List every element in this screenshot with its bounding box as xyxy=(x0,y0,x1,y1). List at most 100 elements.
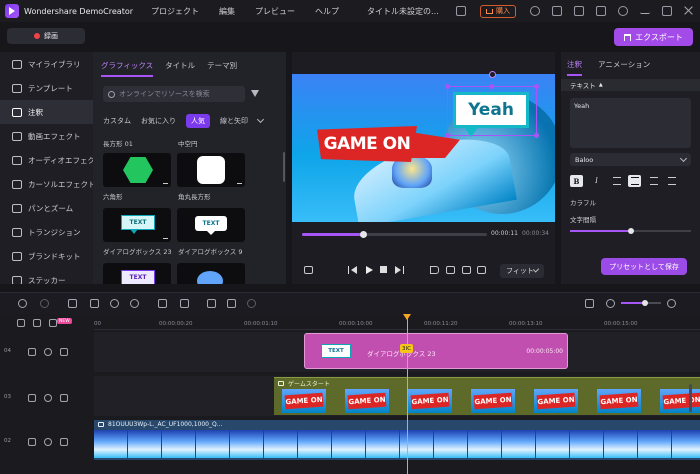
nav-item-stickers[interactable]: ステッカー xyxy=(0,268,93,284)
play-icon[interactable] xyxy=(365,266,374,274)
zoom-in-icon[interactable] xyxy=(667,299,676,308)
minimize-icon[interactable] xyxy=(640,8,650,14)
filter-icon[interactable] xyxy=(251,90,259,97)
settings-icon[interactable] xyxy=(247,299,256,308)
preview-canvas[interactable]: GAME ON Yeah xyxy=(292,74,555,222)
group-icon[interactable] xyxy=(207,299,216,308)
download-icon[interactable] xyxy=(163,179,168,184)
split-icon[interactable] xyxy=(90,299,99,308)
learn-icon[interactable] xyxy=(574,6,584,16)
text-section-header[interactable]: テキスト ▲ xyxy=(561,79,700,91)
nav-item-transitions[interactable]: トランジション xyxy=(0,220,93,244)
speaker-icon[interactable] xyxy=(60,394,68,402)
export-button[interactable]: エクスポート xyxy=(614,28,693,46)
nav-item-templates[interactable]: テンプレート xyxy=(0,76,93,100)
video-clip[interactable]: 81OUUU3Wp-L._AC_UF1000,1000_Q... xyxy=(94,420,700,460)
ungroup-icon[interactable] xyxy=(227,299,236,308)
tab-annotation[interactable]: 注釈 xyxy=(567,59,582,76)
gamestart-clip[interactable]: ゲームスタート GAME ON GAME ON GAME ON GAME ON GAME… xyxy=(274,377,700,415)
gameon-banner[interactable]: GAME ON xyxy=(317,126,417,162)
callout-clip[interactable]: TEXT ダイアログボックス 23 00:00:05:00 xyxy=(304,333,568,369)
next-frame-icon[interactable] xyxy=(395,266,404,274)
playhead[interactable] xyxy=(407,318,408,474)
resize-handle[interactable] xyxy=(489,84,494,89)
screen-icon[interactable] xyxy=(462,266,471,274)
save-preset-button[interactable]: プリセットとして保存 xyxy=(601,258,687,275)
time-ruler[interactable]: 00 00:00:00:20 00:00:01:10 00:00:10:00 0… xyxy=(94,314,700,330)
category-favorites[interactable]: お気に入り xyxy=(141,116,176,126)
graphic-hexagon[interactable] xyxy=(103,153,171,187)
tab-titles[interactable]: タイトル xyxy=(165,60,195,77)
zoom-out-icon[interactable] xyxy=(606,299,615,308)
eye-icon[interactable] xyxy=(44,394,52,402)
graphic-dialog-9[interactable]: TEXT xyxy=(177,208,245,242)
rotate-handle[interactable] xyxy=(489,71,496,78)
fit-timeline-icon[interactable] xyxy=(585,299,594,308)
playback-progress[interactable] xyxy=(302,231,487,238)
nav-item-my-library[interactable]: マイライブラリ xyxy=(0,52,93,76)
subtitle-icon[interactable] xyxy=(446,266,455,274)
spacing-slider[interactable] xyxy=(570,228,691,234)
menu-project[interactable]: プロジェクト xyxy=(151,6,199,17)
nav-item-video-effects[interactable]: 動画エフェクト xyxy=(0,124,93,148)
text-input[interactable]: Yeah xyxy=(570,98,691,148)
crop-icon[interactable] xyxy=(477,266,486,274)
graphic-dialog-next[interactable]: TEXT xyxy=(103,263,171,284)
resize-handle[interactable] xyxy=(445,133,450,138)
message-icon[interactable] xyxy=(552,6,562,16)
graphic-bubble[interactable] xyxy=(177,263,245,284)
resize-handle[interactable] xyxy=(445,84,450,89)
nav-item-cursor-effects[interactable]: カーソルエフェクト xyxy=(0,172,93,196)
bold-button[interactable]: B xyxy=(570,175,583,187)
snapshot-icon[interactable] xyxy=(304,266,313,274)
progress-knob[interactable] xyxy=(360,231,367,238)
speaker-icon[interactable] xyxy=(60,348,68,356)
ai-tool-icon[interactable] xyxy=(49,319,57,327)
graphic-rounded-rect[interactable] xyxy=(177,153,245,187)
category-lines-arrows[interactable]: 線と矢印 xyxy=(220,116,248,126)
upload-cloud-icon[interactable] xyxy=(618,6,628,16)
resize-handle[interactable] xyxy=(534,133,539,138)
crop-tool-icon[interactable] xyxy=(68,299,77,308)
justify-button[interactable] xyxy=(665,175,678,187)
volume-icon[interactable] xyxy=(430,266,439,274)
microphone-icon[interactable] xyxy=(130,299,139,308)
document-title[interactable]: タイトル未設定の... xyxy=(367,6,439,17)
resize-handle[interactable] xyxy=(534,84,539,89)
chevron-down-icon[interactable] xyxy=(256,115,265,124)
italic-button[interactable]: I xyxy=(590,175,603,187)
tab-graphics[interactable]: グラフィックス xyxy=(101,60,154,77)
maximize-icon[interactable] xyxy=(662,6,672,16)
nav-item-annotations[interactable]: 注釈 xyxy=(0,100,93,124)
text-tool-icon[interactable] xyxy=(180,299,189,308)
callout-text[interactable]: Yeah xyxy=(453,92,529,128)
record-button[interactable]: 録画 xyxy=(7,28,85,44)
align-right-button[interactable] xyxy=(647,175,660,187)
caption-icon[interactable] xyxy=(158,299,167,308)
menu-preview[interactable]: プレビュー xyxy=(255,6,295,17)
download-icon[interactable] xyxy=(163,234,168,239)
nav-item-pan-zoom[interactable]: パンとズーム xyxy=(0,196,93,220)
category-popular[interactable]: 人気 xyxy=(186,114,210,128)
align-left-button[interactable] xyxy=(610,175,623,187)
undo-icon[interactable] xyxy=(18,299,27,308)
category-custom[interactable]: カスタム xyxy=(103,116,131,126)
menu-help[interactable]: ヘルプ xyxy=(315,6,339,17)
lock-icon[interactable] xyxy=(28,394,36,402)
redo-icon[interactable] xyxy=(40,299,49,308)
stop-icon[interactable] xyxy=(380,266,387,273)
font-select[interactable]: Baloo xyxy=(570,153,691,166)
eye-icon[interactable] xyxy=(44,438,52,446)
eye-icon[interactable] xyxy=(44,348,52,356)
nav-item-audio-effects[interactable]: オーディオエフェクト xyxy=(0,148,93,172)
tab-animation[interactable]: アニメーション xyxy=(598,59,650,76)
track-manager-icon[interactable] xyxy=(33,319,41,327)
graphic-dialog-23[interactable]: TEXT xyxy=(103,208,171,242)
fit-select[interactable]: フィット xyxy=(500,264,544,278)
lock-icon[interactable] xyxy=(28,348,36,356)
account-icon[interactable] xyxy=(530,6,540,16)
download-icon[interactable] xyxy=(237,179,242,184)
close-icon[interactable] xyxy=(684,6,694,16)
library-scrollbar[interactable] xyxy=(283,152,285,182)
menu-edit[interactable]: 編集 xyxy=(219,6,235,17)
